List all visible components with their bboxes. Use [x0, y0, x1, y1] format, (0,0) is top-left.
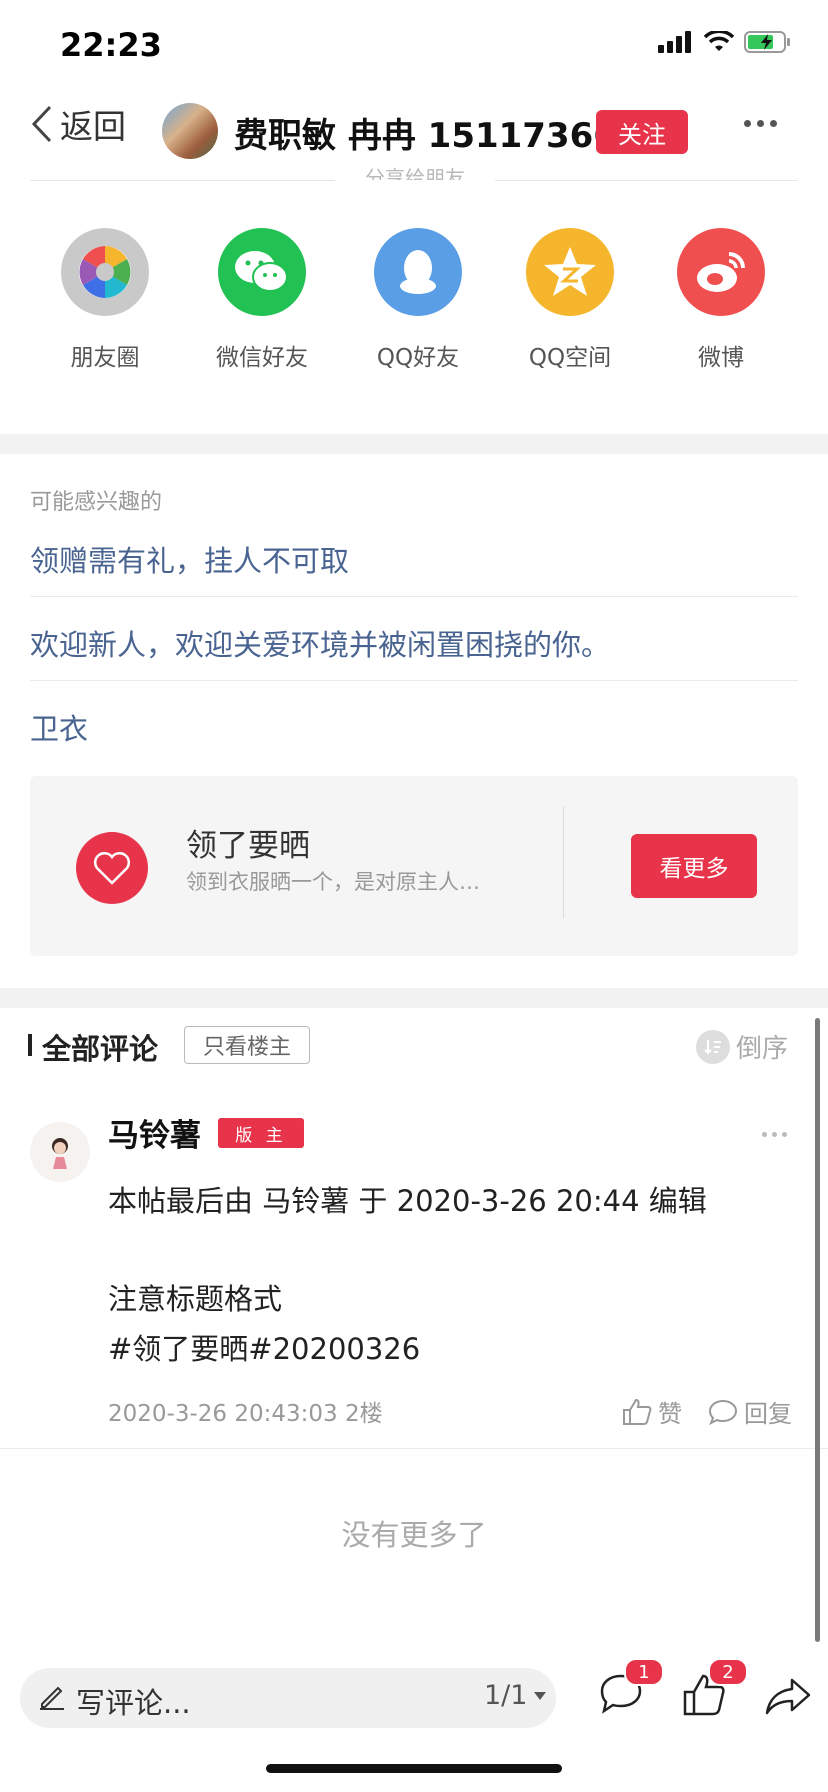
home-indicator	[266, 1764, 562, 1773]
topic-title: 领了要晒	[186, 828, 310, 864]
like-label: 赞	[658, 1400, 682, 1428]
heart-icon	[76, 832, 148, 904]
related-item[interactable]: 领赠需有礼，挂人不可取	[30, 538, 349, 580]
share-label: 微博	[698, 345, 744, 371]
comment-text: 本帖最后由 马铃薯 于 2020-3-26 20:44 编辑	[108, 1184, 707, 1218]
section-separator	[0, 434, 828, 454]
page-selector[interactable]: 1/1	[484, 1680, 547, 1711]
section-marker	[28, 1034, 32, 1056]
related-item[interactable]: 卫衣	[30, 706, 88, 748]
comment-meta: 2020-3-26 20:43:03 2楼	[108, 1401, 383, 1427]
topic-subtitle: 领到衣服晒一个，是对原主人…	[186, 870, 480, 894]
reply-button[interactable]: 回复	[708, 1394, 792, 1429]
sort-icon	[696, 1029, 730, 1064]
page-title: 费职敏 冉冉 151173669	[234, 116, 641, 156]
share-label: 微信好友	[216, 345, 308, 371]
chevron-left-icon	[31, 105, 52, 143]
wifi-icon	[704, 31, 734, 51]
qq-icon	[374, 228, 462, 316]
divider	[0, 1448, 828, 1449]
divider	[30, 680, 798, 681]
wechat-icon	[218, 228, 306, 316]
share-wechat[interactable]: 微信好友	[202, 228, 322, 372]
moments-icon	[61, 228, 149, 316]
thumbs-up-icon	[623, 1398, 652, 1425]
sort-label: 倒序	[736, 1034, 789, 1064]
page-indicator: 1/1	[484, 1680, 528, 1711]
weibo-icon	[677, 228, 765, 316]
back-button[interactable]: 返回	[30, 100, 126, 148]
comment-username[interactable]: 马铃薯	[108, 1110, 201, 1155]
divider	[563, 806, 564, 918]
divider	[30, 596, 798, 597]
scrollbar[interactable]	[815, 1018, 820, 1642]
related-title: 可能感兴趣的	[30, 490, 163, 515]
share-weibo[interactable]: 微博	[661, 228, 781, 372]
share-qzone[interactable]: QQ空间	[510, 228, 630, 372]
share-caption: 分享给朋友	[365, 166, 465, 180]
moderator-badge: 版 主	[218, 1118, 304, 1148]
author-avatar[interactable]	[162, 103, 218, 159]
share-moments[interactable]: 朋友圈	[45, 228, 165, 372]
share-label: QQ空间	[528, 345, 612, 371]
like-button[interactable]: 赞	[622, 1394, 682, 1429]
share-label: 朋友圈	[70, 345, 140, 371]
related-item[interactable]: 欢迎新人，欢迎关爱环境并被闲置困挠的你。	[30, 622, 610, 664]
only-host-button[interactable]: 只看楼主	[184, 1026, 310, 1064]
comment-text: 注意标题格式	[108, 1282, 283, 1316]
signal-icon	[658, 31, 691, 53]
sort-toggle[interactable]: 倒序	[696, 1028, 788, 1065]
share-arrow-icon	[765, 1678, 811, 1715]
section-separator	[0, 988, 828, 1008]
status-icons	[658, 30, 792, 54]
comment-icon	[708, 1399, 738, 1425]
comment-more-button[interactable]	[762, 1132, 787, 1137]
status-time: 22:23	[60, 26, 162, 64]
share-button[interactable]	[764, 1676, 812, 1720]
like-count-badge: 2	[708, 1658, 748, 1686]
caret-down-icon	[534, 1691, 547, 1700]
avatar[interactable]	[30, 1122, 90, 1182]
no-more-text: 没有更多了	[341, 1518, 487, 1552]
write-comment-placeholder[interactable]: 写评论...	[76, 1680, 191, 1722]
comment-text: #领了要晒#20200326	[108, 1332, 421, 1366]
see-more-button[interactable]: 看更多	[631, 834, 757, 898]
comments-title: 全部评论	[42, 1032, 159, 1066]
share-label: QQ好友	[376, 345, 460, 371]
back-label: 返回	[60, 107, 126, 146]
more-menu-button[interactable]	[744, 120, 777, 127]
share-qq[interactable]: QQ好友	[358, 228, 478, 372]
pencil-icon	[38, 1682, 66, 1714]
divider	[30, 180, 335, 181]
reply-label: 回复	[744, 1400, 792, 1428]
follow-button[interactable]: 关注	[596, 110, 688, 154]
qzone-icon	[526, 228, 614, 316]
comment-count-badge: 1	[624, 1658, 664, 1686]
divider	[495, 180, 798, 181]
battery-icon	[744, 31, 790, 53]
